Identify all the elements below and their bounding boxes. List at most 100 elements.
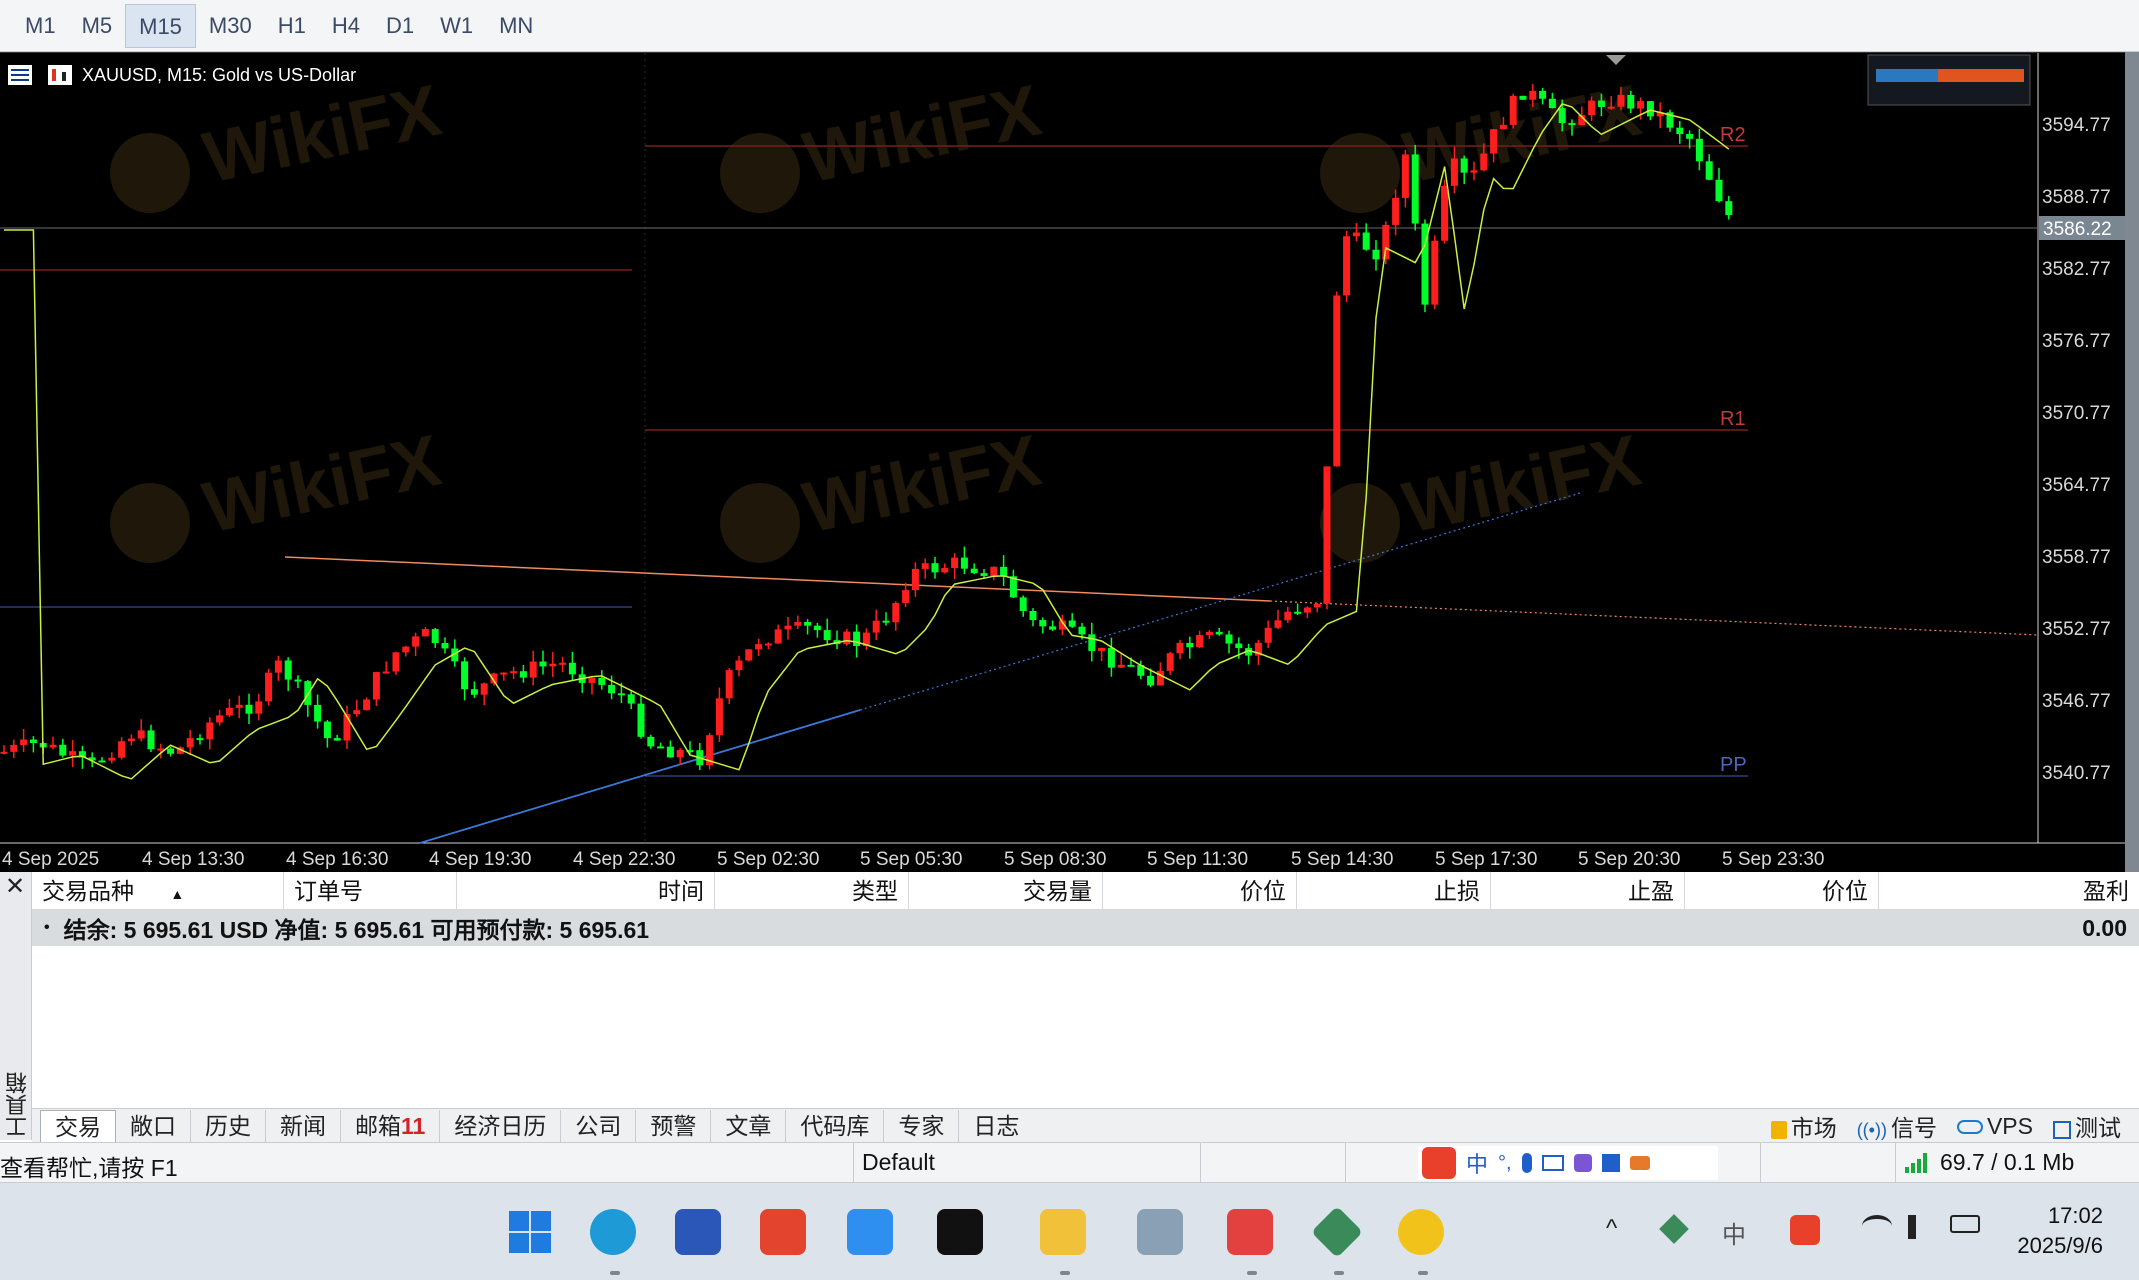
skin-icon[interactable] bbox=[1573, 1154, 1592, 1172]
wifi-icon[interactable] bbox=[1862, 1215, 1892, 1237]
candle-body bbox=[902, 590, 910, 603]
timeframe-m1[interactable]: M1 bbox=[12, 4, 69, 48]
candle-body bbox=[1196, 635, 1204, 648]
tab-code-base[interactable]: 代码库 bbox=[786, 1109, 885, 1142]
chart-canvas[interactable]: WikiFX WikiFX WikiFX WikiFX WikiFX WikiF… bbox=[0, 53, 2125, 873]
tab-journal[interactable]: 日志 bbox=[959, 1110, 1033, 1142]
vps-button[interactable]: VPS bbox=[1956, 1113, 2033, 1140]
cloud-drive-icon[interactable] bbox=[847, 1209, 893, 1255]
timeframe-m30[interactable]: M30 bbox=[196, 4, 265, 48]
candle-body bbox=[931, 563, 939, 573]
timeframe-m5[interactable]: M5 bbox=[69, 4, 126, 48]
column-profit[interactable]: 盈利 bbox=[1879, 872, 2139, 910]
resistance-trendline[interactable] bbox=[284, 556, 1271, 602]
keyboard-icon[interactable] bbox=[1541, 1155, 1564, 1171]
file-explorer-icon[interactable] bbox=[1040, 1209, 1086, 1255]
candle-body bbox=[960, 557, 968, 569]
wps-office-icon[interactable] bbox=[1227, 1209, 1273, 1255]
sogou-ime-icon[interactable] bbox=[1422, 1147, 1456, 1179]
candle-body bbox=[225, 707, 233, 716]
chart-shift-marker[interactable] bbox=[1606, 55, 1626, 65]
tab-history[interactable]: 历史 bbox=[191, 1109, 266, 1142]
tradingview-icon[interactable] bbox=[937, 1209, 983, 1255]
timeframe-h4[interactable]: H4 bbox=[319, 4, 373, 48]
timeframe-m15[interactable]: M15 bbox=[125, 3, 196, 48]
candle-body bbox=[1186, 642, 1194, 648]
candle-body bbox=[774, 629, 782, 644]
edge-browser-icon[interactable] bbox=[590, 1209, 636, 1255]
tab-mailbox[interactable]: 邮箱11 bbox=[341, 1109, 441, 1142]
column-current-price[interactable]: 价位 bbox=[1685, 872, 1879, 910]
system-clock[interactable]: 17:02 2025/9/6 bbox=[2017, 1201, 2103, 1261]
tab-news[interactable]: 新闻 bbox=[266, 1109, 341, 1142]
close-icon[interactable]: ✕ bbox=[5, 874, 25, 900]
candle-body bbox=[1431, 240, 1439, 305]
pivot-pp-label: PP bbox=[1720, 754, 1747, 776]
candle-body bbox=[412, 636, 420, 647]
trade-widget-sell-bar[interactable] bbox=[1938, 69, 2024, 82]
connection-status[interactable]: 69.7 / 0.1 Mb bbox=[1940, 1149, 2074, 1176]
column-time[interactable]: 时间 bbox=[457, 872, 715, 910]
tab-mailbox-label: 邮箱 bbox=[355, 1112, 401, 1139]
candle-body bbox=[1548, 98, 1556, 109]
tray-metatrader-icon[interactable] bbox=[1659, 1214, 1689, 1244]
tray-ime-language[interactable]: 中 bbox=[1722, 1215, 1746, 1250]
column-volume[interactable]: 交易量 bbox=[909, 872, 1103, 910]
column-order[interactable]: 订单号 bbox=[284, 872, 457, 910]
calculator-icon[interactable] bbox=[1137, 1209, 1183, 1255]
chart-menu-icon-bar bbox=[11, 69, 29, 71]
microphone-icon[interactable] bbox=[1521, 1153, 1532, 1173]
tab-articles[interactable]: 文章 bbox=[711, 1109, 787, 1142]
tab-exposure[interactable]: 敞口 bbox=[116, 1109, 191, 1142]
watermark-text: WikiFX bbox=[1397, 71, 1648, 199]
tab-trade[interactable]: 交易 bbox=[40, 1109, 116, 1142]
metatrader-icon[interactable] bbox=[1310, 1205, 1364, 1259]
trading-app-icon[interactable] bbox=[1398, 1209, 1444, 1255]
candle-body bbox=[1117, 664, 1125, 668]
timeframe-d1[interactable]: D1 bbox=[373, 4, 427, 48]
timeframe-h1[interactable]: H1 bbox=[265, 4, 319, 48]
trade-widget[interactable] bbox=[1867, 54, 2031, 106]
candle-body bbox=[1343, 236, 1351, 296]
column-take-profit[interactable]: 止盈 bbox=[1491, 872, 1685, 910]
signals-button[interactable]: ((•)) 信号 bbox=[1857, 1109, 1937, 1143]
candle-body bbox=[1715, 179, 1723, 202]
ime-language-toggle[interactable]: 中 bbox=[1466, 1147, 1488, 1179]
candle-body bbox=[0, 751, 8, 754]
candle-body bbox=[1499, 124, 1507, 130]
show-hidden-icons-chevron[interactable]: ^ bbox=[1606, 1215, 1617, 1243]
timeframe-mn[interactable]: MN bbox=[486, 4, 546, 48]
tab-experts[interactable]: 专家 bbox=[884, 1109, 960, 1142]
candle-body bbox=[1156, 670, 1164, 686]
balance-row[interactable]: • 结余: 5 695.61 USD 净值: 5 695.61 可用预付款: 5… bbox=[32, 910, 2139, 946]
volume-icon[interactable] bbox=[1908, 1215, 1926, 1239]
candle-body bbox=[1695, 138, 1703, 162]
candle-body bbox=[235, 704, 243, 708]
candle-body bbox=[265, 672, 273, 702]
microsoft-store-icon[interactable] bbox=[675, 1209, 721, 1255]
tester-button[interactable]: 测试 bbox=[2053, 1109, 2121, 1143]
status-profile[interactable]: Default bbox=[862, 1149, 935, 1176]
chart-type-icon bbox=[48, 65, 72, 85]
column-symbol[interactable]: 交易品种 ▲ bbox=[32, 872, 284, 910]
tab-economic-calendar[interactable]: 经济日历 bbox=[440, 1109, 562, 1142]
column-label: 交易品种 bbox=[42, 878, 134, 904]
column-price[interactable]: 价位 bbox=[1103, 872, 1297, 910]
tray-sogou-icon[interactable] bbox=[1790, 1215, 1820, 1245]
total-profit: 0.00 bbox=[2082, 914, 2127, 941]
huawei-appgallery-icon[interactable] bbox=[760, 1209, 806, 1255]
price-chart[interactable]: WikiFX WikiFX WikiFX WikiFX WikiFX WikiF… bbox=[0, 52, 2125, 872]
tab-alerts[interactable]: 预警 bbox=[636, 1109, 712, 1142]
candle-body bbox=[1313, 603, 1321, 608]
tab-company[interactable]: 公司 bbox=[561, 1109, 637, 1142]
trade-widget-buy-bar[interactable] bbox=[1876, 69, 1938, 82]
punctuation-icon[interactable]: °, bbox=[1498, 1152, 1512, 1175]
battery-icon[interactable] bbox=[1950, 1215, 1980, 1233]
column-type[interactable]: 类型 bbox=[715, 872, 909, 910]
market-button[interactable]: 市场 bbox=[1770, 1109, 1837, 1143]
toolbox-grid-icon[interactable] bbox=[1601, 1154, 1620, 1172]
timeframe-w1[interactable]: W1 bbox=[427, 4, 486, 48]
ime-extra-icon[interactable] bbox=[1629, 1156, 1650, 1170]
start-menu-icon[interactable] bbox=[507, 1209, 553, 1255]
column-stop-loss[interactable]: 止损 bbox=[1297, 872, 1491, 910]
